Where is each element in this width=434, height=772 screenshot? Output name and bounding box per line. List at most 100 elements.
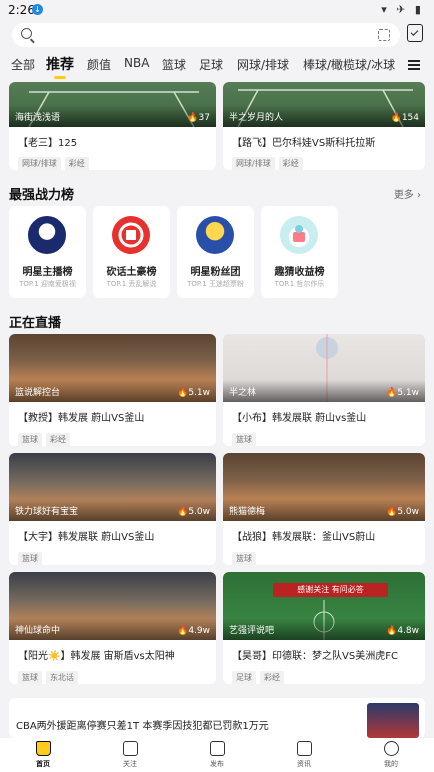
status-bar: 2:26 ↓ ▾ ✈ ▮ — [0, 0, 434, 20]
video-card[interactable]: 半之岁月的人 🔥154 【路飞】巴尔科娃VS斯科托拉斯 网球/排球 彩经 — [223, 82, 425, 170]
tab-basketball[interactable]: 篮球 — [162, 56, 186, 73]
rank-name: 砍话土豪榜 — [106, 267, 157, 278]
rank-card-fan-club[interactable]: 明星粉丝团 TOP.1 王迷超票粉 — [177, 206, 254, 298]
download-icon: ↓ — [32, 4, 43, 15]
rank-name: 趣猜收益榜 — [274, 267, 325, 278]
card-heat: 🔥5.0w — [386, 507, 419, 517]
tag: 网球/排球 — [18, 157, 61, 170]
news-headline: CBA两外援距离停赛只差1T 本赛季因技犯都已罚款1万元 — [16, 721, 269, 732]
card-tags: 网球/排球 彩经 — [232, 151, 307, 170]
search-row — [0, 20, 434, 50]
nav-follow[interactable]: 关注 — [110, 741, 150, 769]
card-heat: 🔥37 — [187, 113, 210, 123]
menu-icon[interactable] — [408, 60, 420, 70]
tag: 彩经 — [260, 671, 284, 684]
nav-home[interactable]: 首页 — [23, 741, 63, 769]
live-card[interactable]: 神仙球命中 🔥4.9w 【阳光☀️】韩发展 宙斯盾vs太阳神 篮球 东北话 — [9, 572, 216, 684]
card-title: 【老三】125 — [18, 138, 78, 149]
status-time: 2:26 — [8, 3, 35, 17]
card-thumbnail: 篮说解控台 🔥5.1w — [9, 334, 216, 402]
status-icons: ▾ ✈ ▮ — [381, 3, 424, 16]
nav-label: 关注 — [123, 760, 137, 768]
card-tags: 篮球 — [18, 546, 46, 565]
publish-icon — [209, 741, 225, 756]
checkin-icon[interactable] — [407, 24, 423, 42]
plus-square-icon — [122, 741, 138, 756]
rank-top: TOP.1 丢乱解说 — [106, 280, 157, 288]
nav-profile[interactable]: 我的 — [371, 741, 411, 769]
card-author: 神仙球命中 — [15, 626, 61, 636]
card-thumbnail: 感谢关注 有问必答 艺强评说吧 🔥4.8w — [223, 572, 425, 640]
tab-recommend[interactable]: 推荐 — [46, 54, 74, 79]
rank-avatar — [112, 216, 150, 254]
rank-card-earnings[interactable]: 趣猜收益榜 TOP.1 哲尔作乐 — [261, 206, 338, 298]
card-author: 熊猫德梅 — [229, 507, 266, 517]
tag: 篮球 — [18, 433, 42, 446]
nav-label: 发布 — [210, 760, 224, 768]
card-thumbnail: 半之岁月的人 🔥154 — [223, 82, 425, 127]
nav-label: 我的 — [384, 760, 398, 768]
tab-looks[interactable]: 颜值 — [87, 56, 111, 73]
nav-news[interactable]: 资讯 — [284, 741, 324, 769]
rank-avatar — [28, 216, 66, 254]
card-author: 海街浅浅语 — [15, 113, 61, 123]
tag: 网球/排球 — [232, 157, 275, 170]
live-card[interactable]: 感谢关注 有问必答 艺强评说吧 🔥4.8w 【昊哥】印德联：梦之队VS美洲虎FC… — [223, 572, 425, 684]
rank-card-tycoon[interactable]: 砍话土豪榜 TOP.1 丢乱解说 — [93, 206, 170, 298]
live-card[interactable]: 篮说解控台 🔥5.1w 【教授】韩发展 蔚山VS釜山 篮球 彩经 — [9, 334, 216, 446]
tab-all[interactable]: 全部 — [11, 56, 35, 73]
home-icon — [35, 741, 51, 756]
rank-avatar — [280, 216, 318, 254]
tab-baseball-rugby-hockey[interactable]: 棒球/橄榄球/冰球 — [303, 56, 395, 73]
nav-label: 首页 — [36, 760, 50, 768]
card-title: 【昊哥】印德联：梦之队VS美洲虎FC — [232, 651, 398, 662]
chat-icon — [296, 741, 312, 756]
card-heat: 🔥4.9w — [177, 626, 210, 636]
video-card[interactable]: 海街浅浅语 🔥37 【老三】125 网球/排球 彩经 — [9, 82, 216, 170]
card-heat: 🔥4.8w — [386, 626, 419, 636]
card-author: 半之林 — [229, 388, 257, 398]
tab-nba[interactable]: NBA — [124, 56, 149, 70]
card-heat: 🔥154 — [390, 113, 419, 123]
scan-icon[interactable] — [378, 29, 390, 41]
tag: 彩经 — [278, 157, 303, 170]
live-card[interactable]: 半之林 🔥5.1w 【小布】韩发展联 蔚山vs釜山 篮球 — [223, 334, 425, 446]
search-input[interactable] — [12, 23, 400, 47]
nav-publish[interactable]: 发布 — [197, 741, 237, 769]
rank-card-star-anchor[interactable]: 明星主播榜 TOP.1 迎南爱极视 — [9, 206, 86, 298]
rank-top: TOP.1 迎南爱极视 — [19, 280, 76, 288]
tab-football[interactable]: 足球 — [199, 56, 223, 73]
tag: 篮球 — [232, 433, 256, 446]
news-item[interactable]: CBA两外援距离停赛只差1T 本赛季因技犯都已罚款1万元 — [9, 698, 425, 738]
card-thumbnail: 海街浅浅语 🔥37 — [9, 82, 216, 127]
rank-name: 明星主播榜 — [22, 267, 73, 278]
nav-label: 资讯 — [297, 760, 311, 768]
card-thumbnail: 熊猫德梅 🔥5.0w — [223, 453, 425, 521]
card-tags: 足球 彩经 — [232, 665, 288, 684]
tag: 篮球 — [18, 552, 42, 565]
card-author: 半之岁月的人 — [229, 113, 284, 123]
card-author: 铁力球好有宝宝 — [15, 507, 79, 517]
card-heat: 🔥5.0w — [177, 507, 210, 517]
card-title: 【教授】韩发展 蔚山VS釜山 — [18, 413, 145, 424]
card-tags: 篮球 东北话 — [18, 665, 82, 684]
card-thumbnail: 铁力球好有宝宝 🔥5.0w — [9, 453, 216, 521]
ranking-section-title: 最强战力榜 — [9, 188, 75, 203]
ranking-more-link[interactable]: 更多 › — [394, 186, 421, 201]
bottom-nav: 首页 关注 发布 资讯 我的 — [0, 738, 434, 772]
live-card[interactable]: 铁力球好有宝宝 🔥5.0w 【大宇】韩发展联 蔚山VS釜山 篮球 — [9, 453, 216, 565]
category-tabs: 全部 推荐 颜值 NBA 篮球 足球 网球/排球 棒球/橄榄球/冰球 — [0, 52, 434, 80]
tag: 彩经 — [46, 433, 70, 446]
live-section-title: 正在直播 — [9, 316, 62, 331]
tag: 足球 — [232, 671, 256, 684]
card-tags: 网球/排球 彩经 — [18, 151, 93, 170]
rank-top: TOP.1 王迷超票粉 — [187, 280, 244, 288]
card-title: 【阳光☀️】韩发展 宙斯盾vs太阳神 — [18, 651, 175, 662]
tab-tennis-volleyball[interactable]: 网球/排球 — [237, 56, 289, 73]
stream-banner: 感谢关注 有问必答 — [273, 583, 388, 597]
card-heat: 🔥5.1w — [386, 388, 419, 398]
tag: 东北话 — [46, 671, 78, 684]
user-icon — [383, 741, 399, 756]
tag: 篮球 — [232, 552, 256, 565]
live-card[interactable]: 熊猫德梅 🔥5.0w 【战狼】韩发展联：釜山VS蔚山 篮球 — [223, 453, 425, 565]
